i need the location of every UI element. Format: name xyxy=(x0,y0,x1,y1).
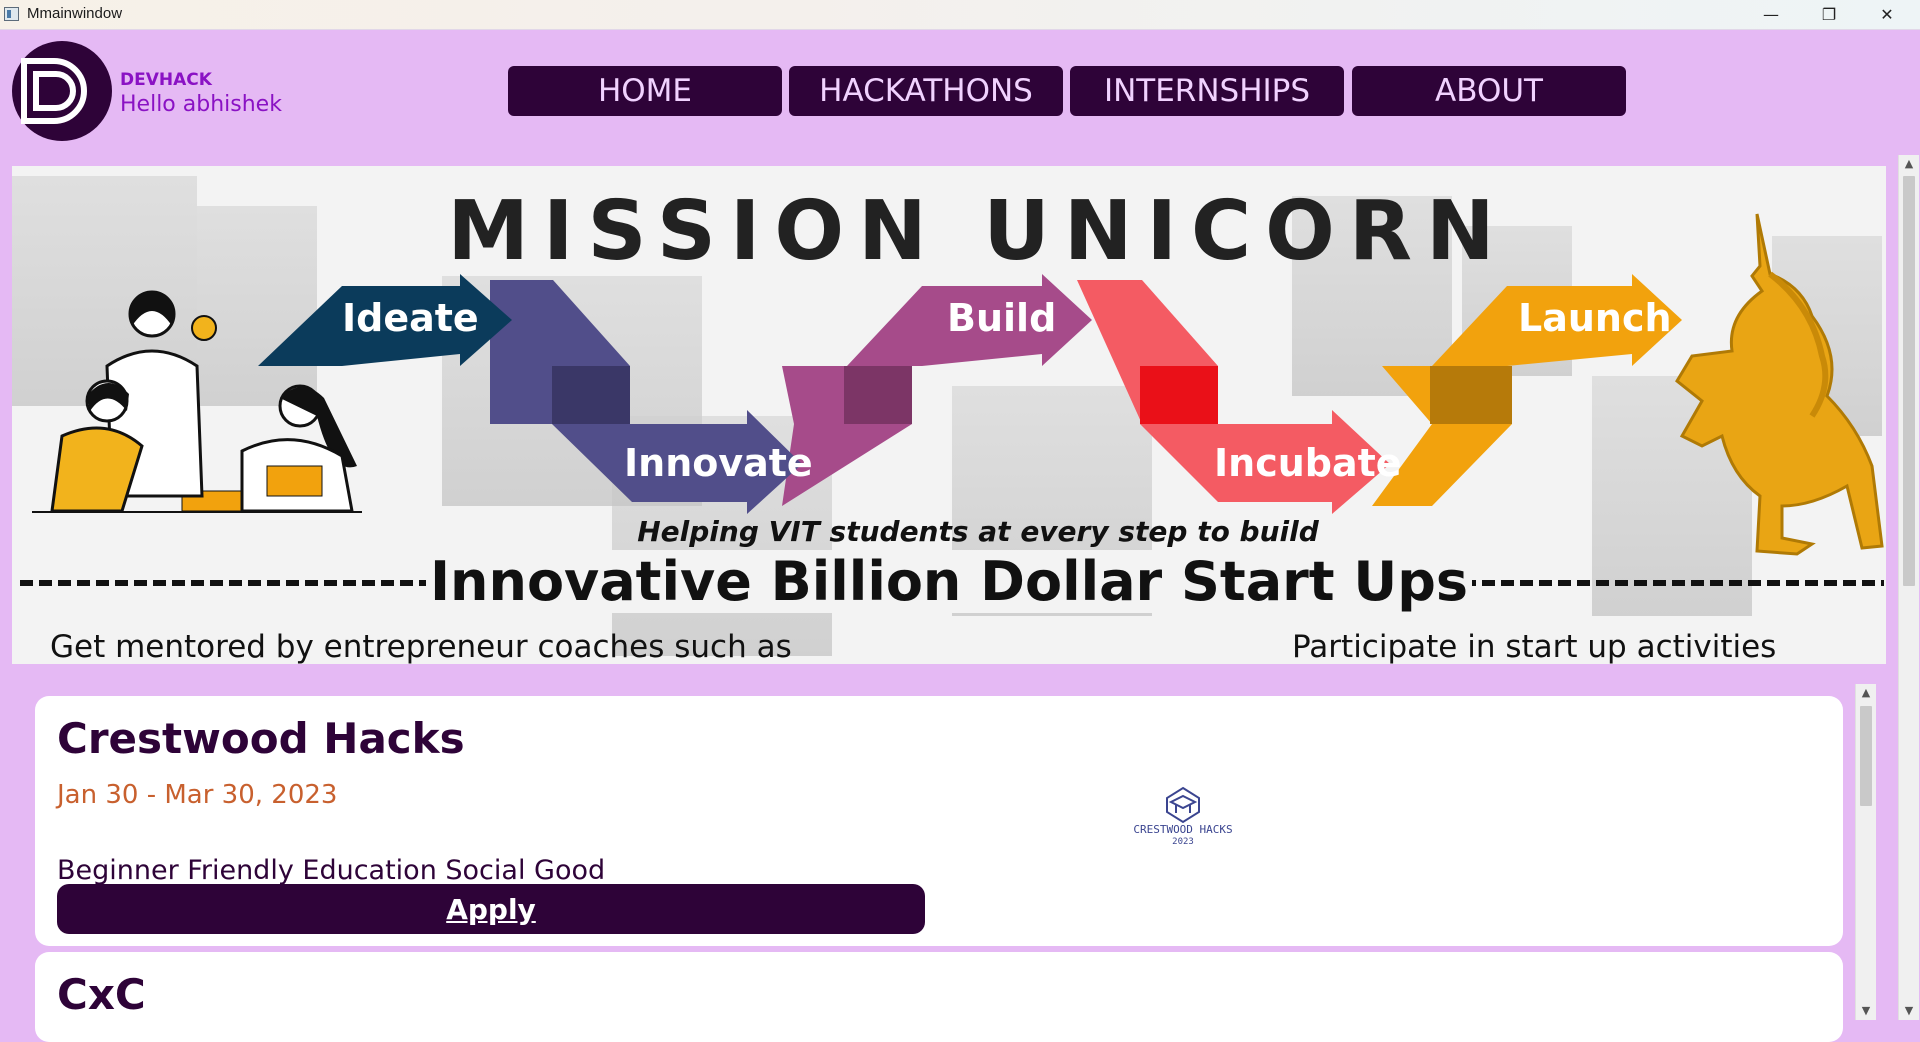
banner-right-caption: Participate in start up activities xyxy=(1292,629,1777,664)
minimize-icon[interactable]: — xyxy=(1742,0,1800,29)
step-innovate-label: Innovate xyxy=(624,441,813,485)
step-launch-label: Launch xyxy=(1518,296,1672,340)
graduation-cap-icon xyxy=(1166,786,1200,824)
scroll-up-icon[interactable]: ▲ xyxy=(1856,684,1876,702)
hackathon-card: CxC xyxy=(35,952,1843,1042)
step-ideate-label: Ideate xyxy=(342,296,479,340)
user-greeting: Hello abhishek xyxy=(120,92,282,117)
close-icon[interactable]: ✕ xyxy=(1858,0,1916,29)
page-scrollbar[interactable]: ▲ ▼ xyxy=(1898,155,1919,1020)
window-title: Mmainwindow xyxy=(27,5,123,22)
hackathon-list-scrollbar[interactable]: ▲ ▼ xyxy=(1855,684,1876,1020)
scroll-down-icon[interactable]: ▼ xyxy=(1899,1002,1919,1020)
banner-left-caption: Get mentored by entrepreneur coaches suc… xyxy=(50,629,792,664)
scroll-up-icon[interactable]: ▲ xyxy=(1899,155,1919,173)
connector-shape xyxy=(552,366,630,424)
connector-shape xyxy=(1430,366,1512,424)
scroll-down-icon[interactable]: ▼ xyxy=(1856,1002,1876,1020)
apply-button[interactable]: Apply xyxy=(57,884,925,934)
banner-main-text: Innovative Billion Dollar Start Ups xyxy=(425,550,1473,613)
nav-about-button[interactable]: ABOUT xyxy=(1352,66,1626,116)
connector-shape xyxy=(844,366,912,424)
connector-shape xyxy=(1140,366,1218,424)
hackathon-card: Crestwood Hacks Jan 30 - Mar 30, 2023 Be… xyxy=(35,696,1843,946)
step-incubate-label: Incubate xyxy=(1214,441,1402,485)
nav-internships-button[interactable]: INTERNSHIPS xyxy=(1070,66,1344,116)
scrollbar-thumb[interactable] xyxy=(1860,706,1872,806)
crestwood-hacks-logo: CRESTWOOD HACKS 2023 xyxy=(1133,786,1233,856)
logo-text: CRESTWOOD HACKS xyxy=(1133,823,1233,836)
banner-subline: Helping VIT students at every step to bu… xyxy=(637,515,1319,548)
devhack-logo-icon xyxy=(12,41,112,141)
scrollbar-thumb[interactable] xyxy=(1903,176,1915,586)
hackathon-title: Crestwood Hacks xyxy=(57,714,465,763)
step-build-label: Build xyxy=(947,296,1057,340)
hackathon-dates: Jan 30 - Mar 30, 2023 xyxy=(57,780,338,810)
restore-icon[interactable]: ❐ xyxy=(1800,0,1858,29)
golden-unicorn-illustration xyxy=(1675,213,1884,556)
app-window-icon xyxy=(4,7,19,21)
banner-main-line: Innovative Billion Dollar Start Ups xyxy=(12,550,1886,613)
window-titlebar: Mmainwindow — ❐ ✕ xyxy=(0,0,1920,30)
nav-hackathons-button[interactable]: HACKATHONS xyxy=(789,66,1063,116)
logo-year: 2023 xyxy=(1172,837,1194,847)
hackathon-tags: Beginner Friendly Education Social Good xyxy=(57,855,606,886)
nav-home-button[interactable]: HOME xyxy=(508,66,782,116)
hackathon-title: CxC xyxy=(57,970,146,1019)
brand-name: DEVHACK xyxy=(120,70,212,90)
mission-unicorn-banner: MISSION UNICORN Ideate Innovate Build In… xyxy=(12,166,1886,664)
